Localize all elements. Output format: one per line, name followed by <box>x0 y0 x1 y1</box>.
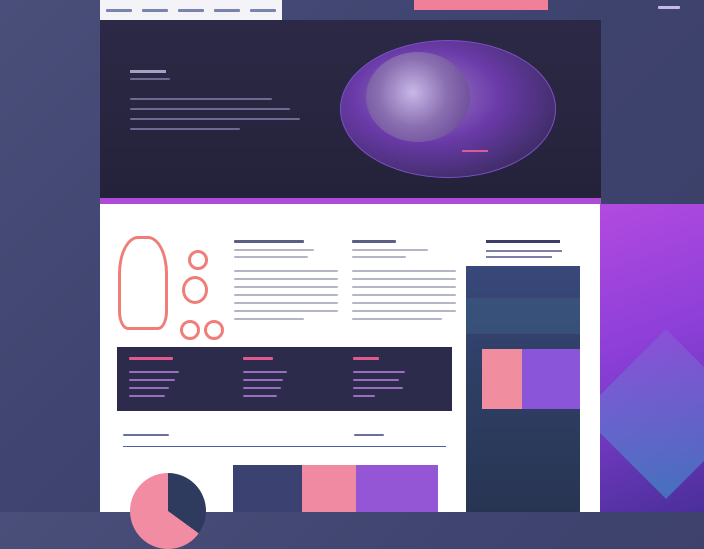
decorative-icon-cluster <box>118 220 226 340</box>
column-text-line <box>352 294 456 296</box>
sidebar-violet-tile <box>522 349 580 409</box>
column-text-line <box>234 286 338 288</box>
stat-heading <box>353 357 379 360</box>
stat-text-line <box>129 379 175 381</box>
nav-link[interactable] <box>106 8 132 12</box>
column-text-line <box>352 302 456 304</box>
stat-text-line <box>243 387 281 389</box>
stat-text-line <box>243 371 287 373</box>
column-text-line <box>234 278 338 280</box>
column-text-line <box>234 310 338 312</box>
column-text-line <box>234 270 338 272</box>
sidebar-subtitle <box>486 250 562 252</box>
stat-text-line <box>243 395 277 397</box>
sidebar-subtitle <box>486 256 552 258</box>
stat-heading <box>129 357 173 360</box>
column-text-line <box>352 256 406 258</box>
column-text-line <box>352 278 456 280</box>
stat-text-line <box>129 395 165 397</box>
section-divider <box>123 446 446 447</box>
sidebar-heading <box>486 240 560 243</box>
section-heading <box>354 434 384 436</box>
column-heading <box>352 240 396 243</box>
column-text-line <box>352 318 442 320</box>
hero-text-line <box>130 128 240 130</box>
stat-text-line <box>129 371 179 373</box>
hero-text-line <box>130 108 290 110</box>
stat-text-line <box>353 371 405 373</box>
nav-link[interactable] <box>250 8 276 12</box>
column-text-line <box>234 256 308 258</box>
column-heading <box>234 240 304 243</box>
stat-text-line <box>353 379 399 381</box>
bottom-card-pink[interactable] <box>302 465 356 512</box>
sidebar-pink-tile <box>482 349 522 409</box>
hero-text-line <box>130 118 300 120</box>
column-text-line <box>234 318 304 320</box>
column-text-line <box>352 286 456 288</box>
top-navigation-bar <box>100 0 282 20</box>
nav-link[interactable] <box>214 8 240 12</box>
sidebar-image-strip <box>466 298 580 334</box>
bottom-card-dark[interactable] <box>233 465 302 512</box>
header-accent-button[interactable] <box>414 0 548 10</box>
section-heading <box>123 434 169 436</box>
ring-icon <box>182 276 208 304</box>
column-text-line <box>234 249 314 251</box>
stats-band <box>117 347 452 411</box>
stripe-shape <box>118 236 168 330</box>
stat-text-line <box>353 395 375 397</box>
column-text-line <box>352 249 428 251</box>
nav-link[interactable] <box>178 8 204 12</box>
bottom-card-violet[interactable] <box>356 465 438 512</box>
column-text-line <box>234 302 338 304</box>
stat-heading <box>243 357 273 360</box>
stat-text-line <box>243 379 283 381</box>
column-text-line <box>352 310 456 312</box>
hero-title-placeholder <box>130 70 166 73</box>
column-text-line <box>234 294 338 296</box>
ring-icon <box>180 320 200 340</box>
ring-icon <box>204 320 224 340</box>
pie-chart-graphic <box>130 473 206 549</box>
nav-link[interactable] <box>142 8 168 12</box>
hero-caption-accent <box>462 150 488 152</box>
top-right-link[interactable] <box>658 6 680 9</box>
stat-text-line <box>129 387 169 389</box>
hero-subtitle-placeholder <box>130 78 170 80</box>
hero-globe-core <box>366 52 470 142</box>
stat-text-line <box>353 387 403 389</box>
column-text-line <box>352 270 456 272</box>
ring-icon <box>188 250 208 270</box>
hero-text-line <box>130 98 272 100</box>
